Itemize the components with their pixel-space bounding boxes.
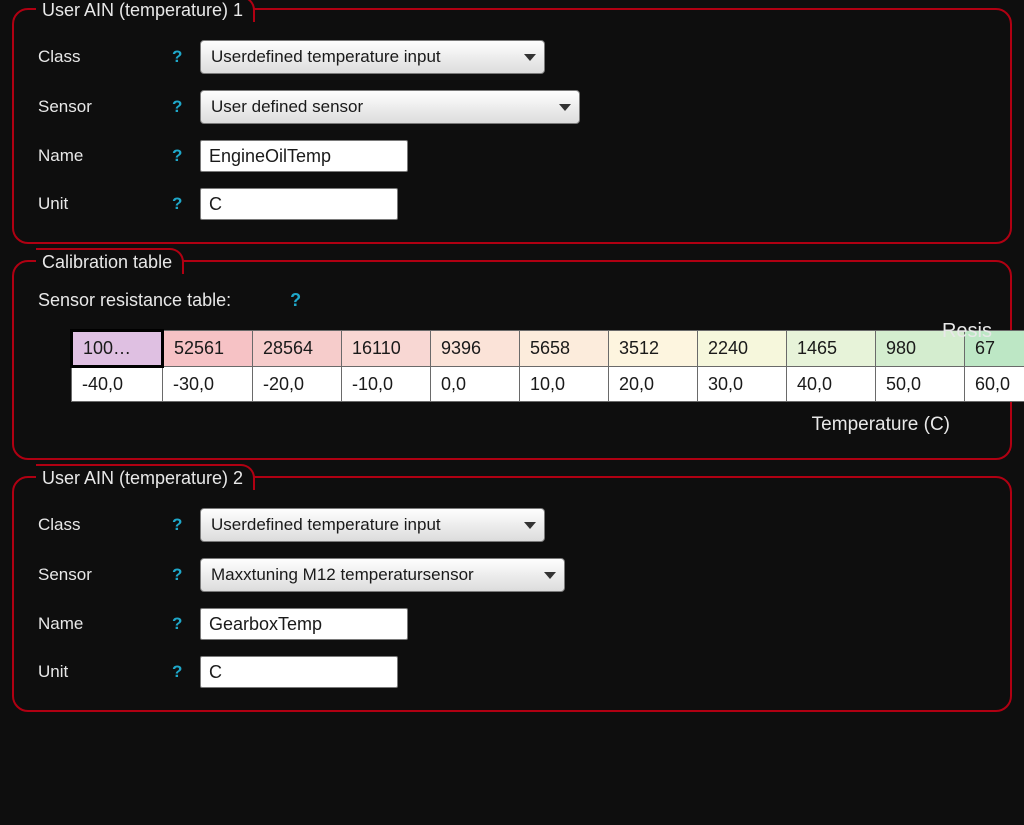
temperature-cell[interactable]: 40,0	[787, 367, 876, 402]
help-icon[interactable]: ?	[172, 662, 186, 682]
help-icon[interactable]: ?	[172, 47, 186, 67]
class-select[interactable]: Userdefined temperature input	[200, 40, 545, 74]
sensor-row: Sensor ? User defined sensor	[38, 90, 986, 124]
calibration-table-panel: Calibration table Sensor resistance tabl…	[12, 260, 1012, 460]
temperature-cell[interactable]: 30,0	[698, 367, 787, 402]
sensor-label: Sensor	[38, 97, 158, 117]
unit-row: Unit ? C	[38, 656, 986, 688]
class-select-value: Userdefined temperature input	[211, 515, 441, 535]
class-label: Class	[38, 515, 158, 535]
unit-label: Unit	[38, 194, 158, 214]
panel-legend: User AIN (temperature) 1	[36, 0, 255, 22]
sensor-select[interactable]: Maxxtuning M12 temperatursensor	[200, 558, 565, 592]
name-label: Name	[38, 146, 158, 166]
chevron-down-icon	[544, 572, 556, 579]
temperature-cell[interactable]: 10,0	[520, 367, 609, 402]
resistance-cell[interactable]: 28564	[253, 331, 342, 367]
unit-input[interactable]: C	[200, 656, 398, 688]
sensor-select[interactable]: User defined sensor	[200, 90, 580, 124]
temperature-cell[interactable]: 20,0	[609, 367, 698, 402]
temperature-cell[interactable]: 60,0	[965, 367, 1024, 402]
resistance-cell[interactable]: 5658	[520, 331, 609, 367]
unit-label: Unit	[38, 662, 158, 682]
sensor-row: Sensor ? Maxxtuning M12 temperatursensor	[38, 558, 986, 592]
name-input[interactable]: EngineOilTemp	[200, 140, 408, 172]
resistance-axis-label-truncated: Resis	[942, 320, 992, 343]
help-icon[interactable]: ?	[172, 565, 186, 585]
class-row: Class ? Userdefined temperature input	[38, 40, 986, 74]
unit-input[interactable]: C	[200, 188, 398, 220]
table-label-text: Sensor resistance table:	[38, 290, 231, 310]
temperature-cell[interactable]: -10,0	[342, 367, 431, 402]
chevron-down-icon	[524, 54, 536, 61]
sensor-select-value: Maxxtuning M12 temperatursensor	[211, 565, 474, 585]
unit-input-value: C	[209, 662, 222, 683]
temperature-cell[interactable]: 50,0	[876, 367, 965, 402]
resistance-cell[interactable]: 3512	[609, 331, 698, 367]
temperature-cell[interactable]: -30,0	[163, 367, 253, 402]
resistance-cell[interactable]: 52561	[163, 331, 253, 367]
name-input-value: GearboxTemp	[209, 614, 322, 635]
temperature-cell[interactable]: -20,0	[253, 367, 342, 402]
class-select-value: Userdefined temperature input	[211, 47, 441, 67]
temperature-row: -40,0 -30,0 -20,0 -10,0 0,0 10,0 20,0 30…	[72, 367, 1024, 402]
name-label: Name	[38, 614, 158, 634]
class-select[interactable]: Userdefined temperature input	[200, 508, 545, 542]
sensor-label: Sensor	[38, 565, 158, 585]
unit-input-value: C	[209, 194, 222, 215]
sensor-select-value: User defined sensor	[211, 97, 363, 117]
help-icon[interactable]: ?	[172, 146, 186, 166]
resistance-row: 100… 52561 28564 16110 9396 5658 3512 22…	[72, 331, 1024, 367]
panel-legend: User AIN (temperature) 2	[36, 464, 255, 490]
help-icon[interactable]: ?	[172, 97, 186, 117]
sensor-resistance-table[interactable]: 100… 52561 28564 16110 9396 5658 3512 22…	[70, 329, 1024, 402]
name-row: Name ? GearboxTemp	[38, 608, 986, 640]
name-input[interactable]: GearboxTemp	[200, 608, 408, 640]
user-ain-temperature-2-panel: User AIN (temperature) 2 Class ? Userdef…	[12, 476, 1012, 712]
name-row: Name ? EngineOilTemp	[38, 140, 986, 172]
temperature-cell[interactable]: -40,0	[72, 367, 163, 402]
help-icon[interactable]: ?	[290, 290, 301, 310]
class-row: Class ? Userdefined temperature input	[38, 508, 986, 542]
class-label: Class	[38, 47, 158, 67]
resistance-cell[interactable]: 9396	[431, 331, 520, 367]
resistance-cell[interactable]: 2240	[698, 331, 787, 367]
help-icon[interactable]: ?	[172, 515, 186, 535]
help-icon[interactable]: ?	[172, 614, 186, 634]
resistance-cell[interactable]: 16110	[342, 331, 431, 367]
sensor-resistance-table-label: Sensor resistance table: ?	[38, 290, 986, 311]
name-input-value: EngineOilTemp	[209, 146, 331, 167]
chevron-down-icon	[559, 104, 571, 111]
temperature-axis-label: Temperature (C)	[38, 414, 950, 436]
help-icon[interactable]: ?	[172, 194, 186, 214]
resistance-cell[interactable]: 1465	[787, 331, 876, 367]
panel-legend: Calibration table	[36, 248, 184, 274]
temperature-cell[interactable]: 0,0	[431, 367, 520, 402]
chevron-down-icon	[524, 522, 536, 529]
user-ain-temperature-1-panel: User AIN (temperature) 1 Class ? Userdef…	[12, 8, 1012, 244]
resistance-cell[interactable]: 100…	[72, 331, 163, 367]
unit-row: Unit ? C	[38, 188, 986, 220]
